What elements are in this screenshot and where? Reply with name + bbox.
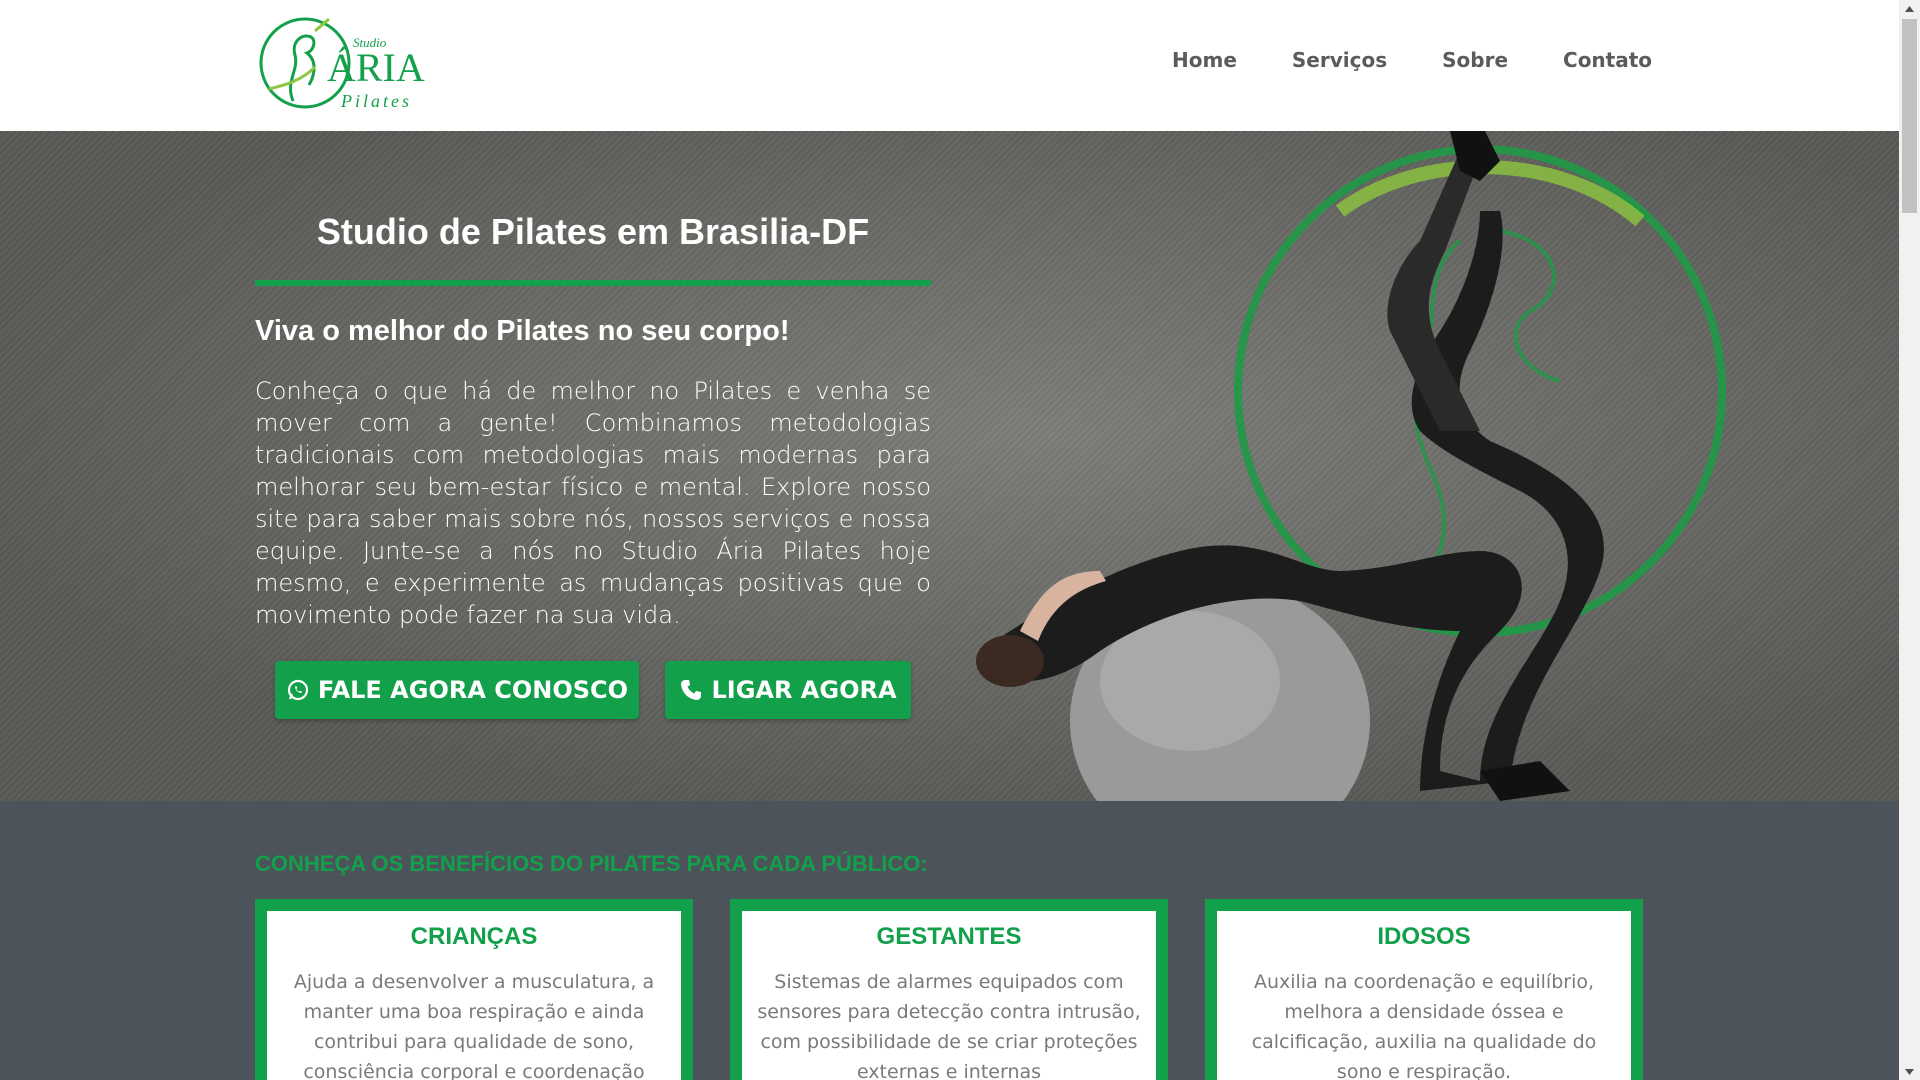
phone-icon xyxy=(679,678,703,702)
benefit-card-idosos: IDOSOS Auxilia na coordenação e equilíbr… xyxy=(1205,899,1643,1080)
benefits-title: CONHEÇA OS BENEFÍCIOS DO PILATES PARA CA… xyxy=(255,851,928,876)
hero-title: Studio de Pilates em Brasilia-DF xyxy=(316,211,870,252)
scroll-down-arrow-icon[interactable] xyxy=(1899,1063,1920,1080)
benefit-card-title: IDOSOS xyxy=(1377,923,1471,950)
brand-logo[interactable]: Studio ÁRIA Pilates xyxy=(255,11,435,115)
site-header: Studio ÁRIA Pilates Home Serviços Sobre … xyxy=(0,0,1899,131)
scroll-up-arrow-icon[interactable] xyxy=(1899,0,1920,17)
hero-subtitle: Viva o melhor do Pilates no seu corpo! xyxy=(255,315,790,347)
svg-text:ÁRIA: ÁRIA xyxy=(327,45,425,90)
whatsapp-button[interactable]: FALE AGORA CONOSCO xyxy=(275,661,639,719)
nav-servicos[interactable]: Serviços xyxy=(1292,48,1387,72)
nav-contato[interactable]: Contato xyxy=(1563,48,1652,72)
main-nav: Home Serviços Sobre Contato xyxy=(1172,48,1652,72)
benefit-card-criancas: CRIANÇAS Ajuda a desenvolver a musculatu… xyxy=(255,899,693,1080)
nav-sobre[interactable]: Sobre xyxy=(1442,48,1508,72)
benefit-card-title: GESTANTES xyxy=(876,923,1022,950)
hero-section: Studio de Pilates em Brasilia-DF Viva o … xyxy=(0,131,1899,801)
hero-divider xyxy=(255,280,931,286)
hero-image xyxy=(920,131,1899,801)
page-scrollbar[interactable] xyxy=(1899,0,1920,1080)
benefit-card-title: CRIANÇAS xyxy=(410,923,538,950)
hero-illustration xyxy=(976,131,1726,801)
whatsapp-icon xyxy=(286,678,310,702)
call-button[interactable]: LIGAR AGORA xyxy=(665,661,911,719)
call-button-label: LIGAR AGORA xyxy=(711,676,897,704)
benefit-card-text: Auxilia na coordenação e equilíbrio, mel… xyxy=(1251,971,1597,1080)
hero-description: Conheça o que há de melhor no Pilates e … xyxy=(255,377,931,629)
logo-graphic: Studio ÁRIA Pilates xyxy=(259,17,425,111)
benefit-card-text: Ajuda a desenvolver a musculatura, a man… xyxy=(293,971,655,1080)
whatsapp-button-label: FALE AGORA CONOSCO xyxy=(317,676,629,704)
benefits-section: CONHEÇA OS BENEFÍCIOS DO PILATES PARA CA… xyxy=(0,801,1899,1080)
nav-home[interactable]: Home xyxy=(1172,48,1237,72)
benefit-card-text: Sistemas de alarmes equipados com sensor… xyxy=(757,971,1141,1080)
svg-text:Pilates: Pilates xyxy=(340,91,412,111)
benefit-card-gestantes: GESTANTES Sistemas de alarmes equipados … xyxy=(730,899,1168,1080)
scroll-thumb[interactable] xyxy=(1902,19,1917,213)
